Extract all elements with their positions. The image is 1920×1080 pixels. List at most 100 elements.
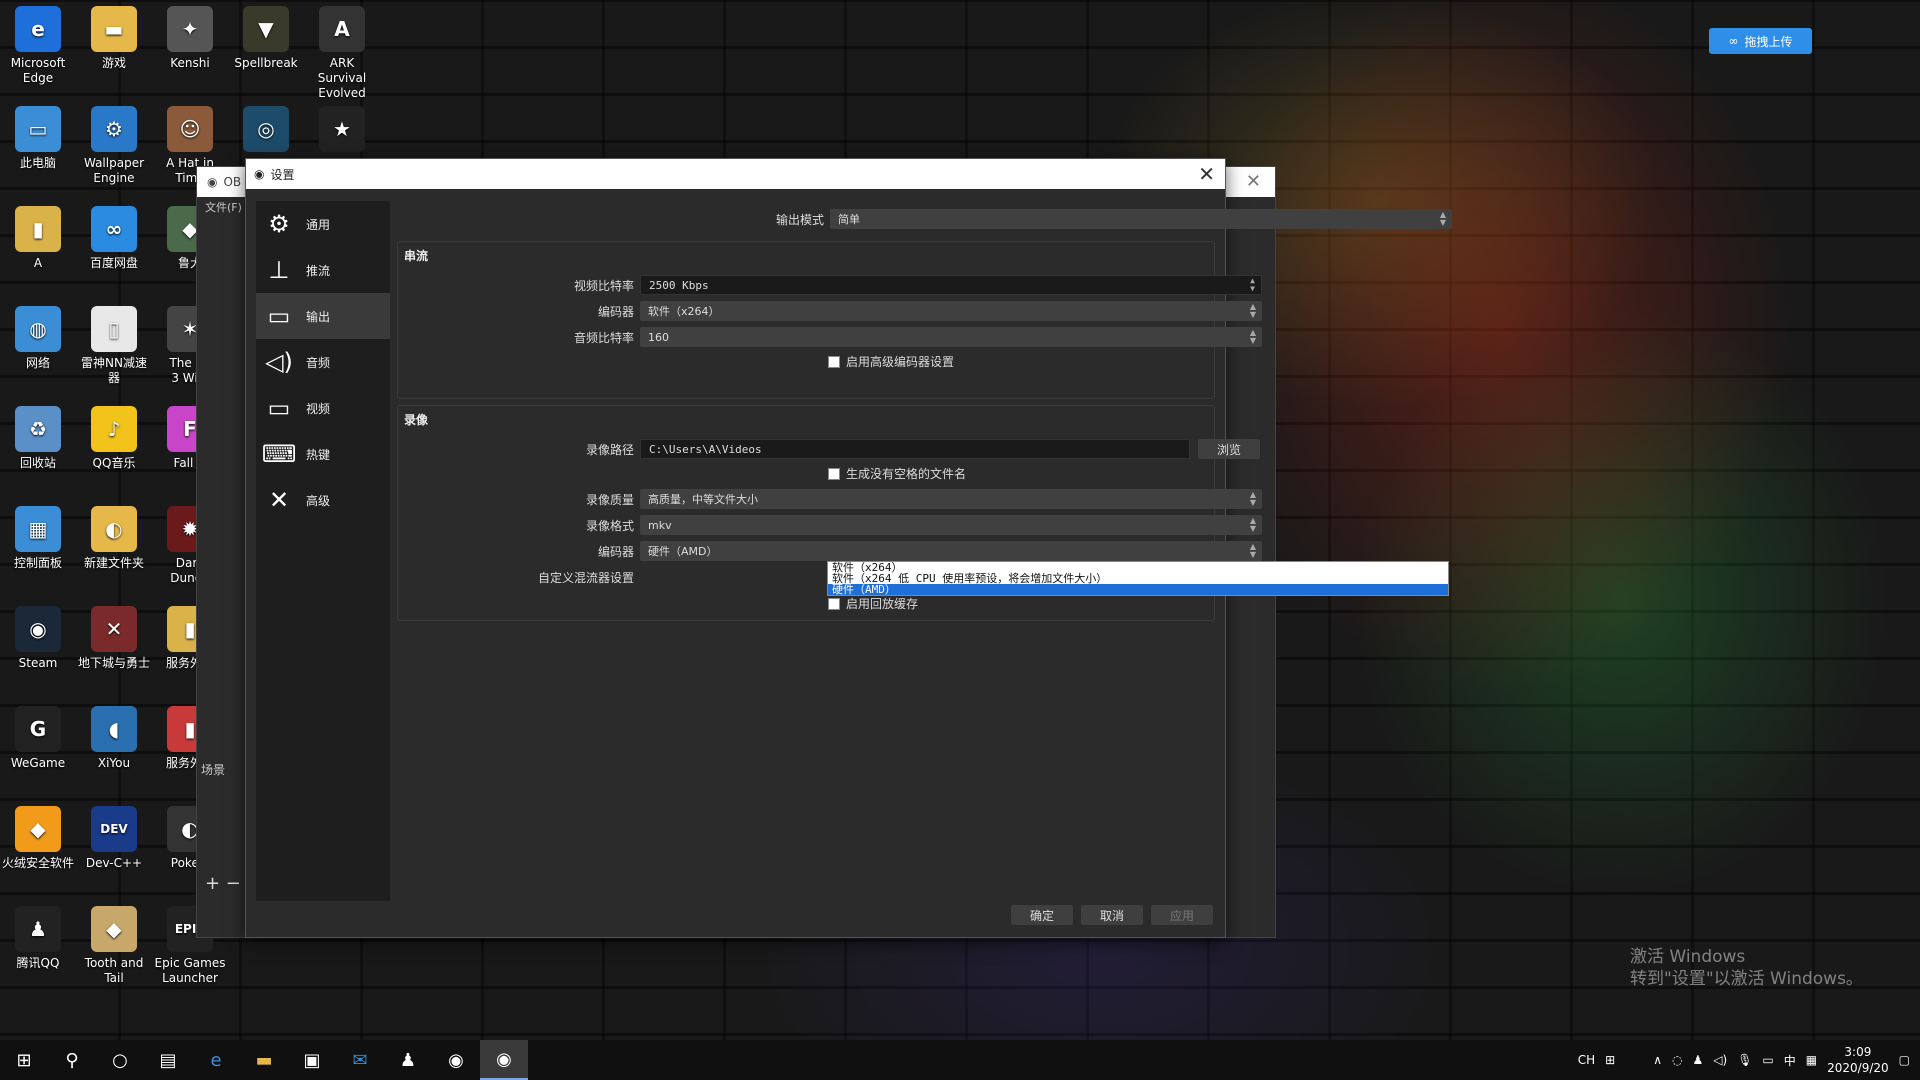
upload-label: 拖拽上传 <box>1744 34 1793 49</box>
desktop-icon[interactable]: ◎ <box>228 106 304 156</box>
desktop-icon-label: 新建文件夹 <box>83 556 144 570</box>
recording-path-label: 录像路径 <box>585 442 634 457</box>
recording-encoder-label: 编码器 <box>597 544 634 559</box>
browse-button[interactable]: 浏览 <box>1198 439 1260 459</box>
desktop-icon-label: XiYou <box>97 756 131 770</box>
audio-bitrate-select[interactable]: 160 ▲ ▼ <box>640 327 1262 347</box>
sidebar-item-stream[interactable]: ⊥ 推流 <box>256 247 390 293</box>
search-icon[interactable]: ⚲ <box>48 1040 96 1080</box>
language-indicator[interactable]: 中 <box>1784 1052 1796 1069</box>
desktop-icon[interactable]: ✕ 地下城与勇士 <box>76 606 152 671</box>
notification-icon[interactable]: ▢ <box>1899 1053 1910 1067</box>
stream-encoder-select[interactable]: 软件（x264） ▲ ▼ <box>640 301 1262 321</box>
replay-checkbox[interactable]: 启用回放缓存 <box>828 595 918 612</box>
sidebar-item-hotkeys[interactable]: ⌨ 热键 <box>256 431 390 477</box>
desktop-icon[interactable]: ♟ 腾讯QQ <box>0 906 76 971</box>
mail-icon[interactable]: ✉ <box>336 1040 384 1080</box>
desktop-icon[interactable]: DEV Dev-C++ <box>76 806 152 871</box>
recording-path-input[interactable]: C:\Users\A\Videos <box>640 439 1190 459</box>
desktop-icon-label: 网络 <box>25 356 50 370</box>
desktop-icon[interactable]: ⚙ Wallpaper Engine <box>76 106 152 186</box>
recording-encoder-row: 编码器 硬件（AMD） ▲ ▼ <box>398 541 1262 561</box>
obs-main-title: OB <box>223 175 242 189</box>
desktop-icon[interactable]: ◆ Tooth and Tail <box>76 906 152 986</box>
task-view-icon[interactable]: ▤ <box>144 1040 192 1080</box>
ime-indicator[interactable]: CH <box>1578 1053 1595 1067</box>
spin-arrows-icon[interactable]: ▲ ▼ <box>1250 277 1255 293</box>
network-status-icon[interactable]: ◌ <box>1672 1053 1682 1067</box>
desktop-icon[interactable]: ◖ XiYou <box>76 706 152 771</box>
desktop-icon-label: ARK Survival Evolved <box>317 56 367 100</box>
keyboard-icon[interactable]: ⊞ <box>1605 1053 1615 1067</box>
desktop-icon[interactable]: ♻ 回收站 <box>0 406 76 471</box>
obs-main-close-icon[interactable]: ✕ <box>1246 171 1261 192</box>
desktop-icon[interactable]: ◆ 火绒安全软件 <box>0 806 76 871</box>
recording-quality-label: 录像质量 <box>585 492 634 507</box>
encoder-option[interactable]: 软件（x264 低 CPU 使用率预设，将会增加文件大小） <box>828 573 1448 584</box>
volume-icon[interactable]: ◁) <box>1713 1053 1727 1067</box>
desktop-icon[interactable]: ▮ A <box>0 206 76 271</box>
ok-button[interactable]: 确定 <box>1011 905 1073 925</box>
store-icon[interactable]: ▣ <box>288 1040 336 1080</box>
close-icon[interactable]: ✕ <box>1198 162 1215 186</box>
advanced-encoder-checkbox[interactable]: 启用高级编码器设置 <box>828 353 954 370</box>
recording-quality-select[interactable]: 高质量，中等文件大小 ▲ ▼ <box>640 489 1262 509</box>
recording-path-value: C:\Users\A\Videos <box>649 442 762 456</box>
desktop-icon[interactable]: e Microsoft Edge <box>0 6 76 86</box>
output-mode-select[interactable]: 简单 ▲ ▼ <box>830 209 1452 229</box>
app-icon: ♪ <box>91 406 137 452</box>
desktop-icon[interactable]: ★ <box>304 106 380 156</box>
sidebar-item-video[interactable]: ▭ 视频 <box>256 385 390 431</box>
watermark-line2: 转到"设置"以激活 Windows。 <box>1630 969 1863 989</box>
steam-icon[interactable]: ◉ <box>432 1040 480 1080</box>
network-icon[interactable]: ▭ <box>1762 1053 1773 1067</box>
clock[interactable]: 3:09 2020/9/20 <box>1827 1044 1889 1076</box>
file-explorer-icon[interactable]: ▬ <box>240 1040 288 1080</box>
obs-icon[interactable]: ◉ <box>480 1040 528 1080</box>
input-mode-icon[interactable]: ▦ <box>1806 1053 1817 1067</box>
add-scene-icon[interactable]: + − <box>205 873 241 894</box>
app-icon: ☺ <box>167 106 213 152</box>
app-icon: DEV <box>91 806 137 852</box>
settings-dialog: ◉ 设置 ✕ ⚙ 通用 ⊥ 推流 ▭ 输出 ◁) 音频 ▭ 视频 ⌨ 热键 ✕ <box>245 158 1452 938</box>
desktop-icon[interactable]: ♪ QQ音乐 <box>76 406 152 471</box>
microphone-icon[interactable]: 🎙 <box>1737 1053 1752 1067</box>
checkbox-box[interactable] <box>828 355 840 368</box>
sidebar-item-audio[interactable]: ◁) 音频 <box>256 339 390 385</box>
upload-button[interactable]: ∞ 拖拽上传 <box>1709 28 1812 54</box>
cortana-icon[interactable]: ○ <box>96 1040 144 1080</box>
chevron-up-icon[interactable]: ∧ <box>1653 1053 1662 1067</box>
recording-encoder-select[interactable]: 硬件（AMD） ▲ ▼ <box>640 541 1262 561</box>
recording-title: 录像 <box>404 413 429 427</box>
sidebar-item-advanced[interactable]: ✕ 高级 <box>256 477 390 523</box>
apply-button[interactable]: 应用 <box>1151 905 1213 925</box>
desktop-icon[interactable]: ▭ 此电脑 <box>0 106 76 171</box>
desktop-icon[interactable]: ▼ Spellbreak <box>228 6 304 71</box>
desktop-icon[interactable]: ▯ 雷神NN减速 器 <box>76 306 152 386</box>
desktop-icon[interactable]: ◐ 新建文件夹 <box>76 506 152 571</box>
checkbox-box[interactable] <box>828 467 840 480</box>
desktop-icon[interactable]: ∞ 百度网盘 <box>76 206 152 271</box>
desktop-icon[interactable]: ✦ Kenshi <box>152 6 228 71</box>
qq-tray-icon[interactable]: ♟ <box>1693 1053 1704 1067</box>
output-mode-value: 简单 <box>838 213 860 226</box>
no-space-checkbox[interactable]: 生成没有空格的文件名 <box>828 465 966 482</box>
qq-icon[interactable]: ♟ <box>384 1040 432 1080</box>
checkbox-box[interactable] <box>828 597 840 610</box>
cancel-button[interactable]: 取消 <box>1081 905 1143 925</box>
desktop-icon[interactable]: ▦ 控制面板 <box>0 506 76 571</box>
encoder-option-selected[interactable]: 硬件（AMD） <box>828 584 1448 595</box>
desktop-icon[interactable]: ▬ 游戏 <box>76 6 152 71</box>
edge-icon[interactable]: e <box>192 1040 240 1080</box>
sidebar-item-general[interactable]: ⚙ 通用 <box>256 201 390 247</box>
desktop-icon[interactable]: ◍ 网络 <box>0 306 76 371</box>
desktop-icon[interactable]: A ARK Survival Evolved <box>304 6 380 101</box>
recording-format-select[interactable]: mkv ▲ ▼ <box>640 515 1262 535</box>
desktop-icon[interactable]: ◉ Steam <box>0 606 76 671</box>
video-bitrate-input[interactable]: 2500 Kbps ▲ ▼ <box>640 275 1262 295</box>
app-icon: ◆ <box>15 806 61 852</box>
windows-start-icon[interactable]: ⊞ <box>0 1040 48 1080</box>
desktop-icon[interactable]: G WeGame <box>0 706 76 771</box>
mux-label: 自定义混流器设置 <box>537 571 634 585</box>
sidebar-item-output[interactable]: ▭ 输出 <box>256 293 390 339</box>
